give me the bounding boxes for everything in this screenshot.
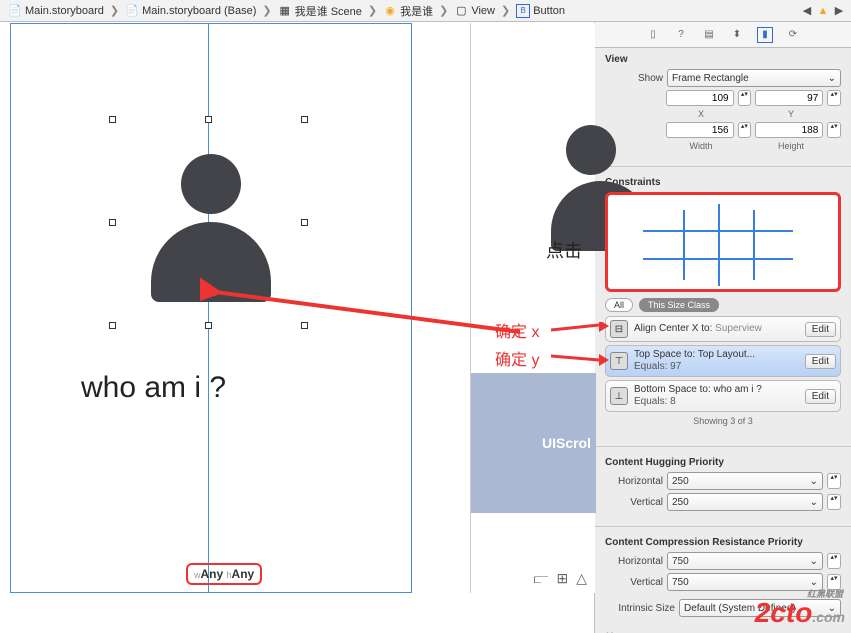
resolve-icon[interactable]: △ bbox=[576, 570, 587, 587]
crumb-1[interactable]: 📄Main.storyboard (Base) bbox=[121, 4, 260, 18]
storyboard-icon: 📄 bbox=[8, 4, 22, 18]
file-inspector-icon[interactable]: ▯ bbox=[645, 27, 661, 43]
bottom-space-icon: ⊥ bbox=[610, 387, 628, 405]
preview-canvas: 点击 UIScrol ⫍ ⊞ △ bbox=[470, 23, 595, 593]
storyboard-canvas[interactable]: who am i ? wAny hAny bbox=[10, 23, 412, 593]
hug-v-stepper[interactable]: ▴▾ bbox=[827, 494, 841, 510]
resize-handle[interactable] bbox=[301, 116, 308, 123]
hugging-header: Content Hugging Priority bbox=[605, 457, 841, 468]
resize-handle[interactable] bbox=[109, 219, 116, 226]
hug-v-select[interactable]: 250⌄ bbox=[667, 493, 823, 511]
resize-handle[interactable] bbox=[109, 116, 116, 123]
storyboard-icon: 📄 bbox=[125, 4, 139, 18]
x-stepper[interactable]: ▴▾ bbox=[738, 90, 752, 106]
resize-handle[interactable] bbox=[301, 322, 308, 329]
height-field[interactable] bbox=[755, 122, 823, 138]
show-label: Show bbox=[605, 73, 663, 84]
edit-button[interactable]: Edit bbox=[805, 354, 836, 369]
viewcontroller-icon: ◉ bbox=[383, 4, 397, 18]
chevron-icon: ❯ bbox=[499, 4, 512, 17]
help-inspector-icon[interactable]: ? bbox=[673, 27, 689, 43]
constraints-tab-this[interactable]: This Size Class bbox=[639, 298, 719, 312]
size-inspector: ▯ ? ▤ ⬍ ▮ ⟳ View Show Frame Rectangle⌄ ▴… bbox=[595, 22, 851, 633]
watermark: 红黑联盟 2cto.com bbox=[755, 597, 845, 629]
crumb-2[interactable]: ▦我是谁 Scene bbox=[274, 3, 366, 19]
scene-icon: ▦ bbox=[278, 4, 292, 18]
compression-header: Content Compression Resistance Priority bbox=[605, 537, 841, 548]
crumb-5[interactable]: BButton bbox=[512, 4, 569, 18]
resize-handle[interactable] bbox=[205, 116, 212, 123]
chevron-icon: ❯ bbox=[108, 4, 121, 17]
crumb-4[interactable]: ▢View bbox=[450, 4, 499, 18]
who-am-i-label[interactable]: who am i ? bbox=[81, 371, 226, 405]
size-inspector-icon[interactable]: ▮ bbox=[757, 27, 773, 43]
forward-button[interactable]: ▶ bbox=[831, 3, 847, 19]
showing-count: Showing 3 of 3 bbox=[605, 416, 841, 426]
cr-v-select[interactable]: 750⌄ bbox=[667, 573, 823, 591]
top-space-icon: ⊤ bbox=[610, 352, 628, 370]
h-stepper[interactable]: ▴▾ bbox=[827, 122, 841, 138]
inspector-tabs[interactable]: ▯ ? ▤ ⬍ ▮ ⟳ bbox=[595, 22, 851, 48]
constraint-item[interactable]: ⊟ Align Center X to: Superview Edit bbox=[605, 316, 841, 342]
canvas-area[interactable]: who am i ? wAny hAny ⊞ 点击 UIScrol ⫍ ⊞ △ 确定… bbox=[0, 22, 595, 633]
size-class-picker[interactable]: wAny hAny bbox=[186, 563, 262, 585]
crumb-3[interactable]: ◉我是谁 bbox=[379, 3, 437, 19]
edit-button[interactable]: Edit bbox=[805, 389, 836, 404]
constraint-item[interactable]: ⊥ Bottom Space to: who am i ?Equals: 8 E… bbox=[605, 380, 841, 412]
warning-icon[interactable]: ▲ bbox=[815, 3, 831, 19]
width-field[interactable] bbox=[666, 122, 734, 138]
constraints-diagram[interactable] bbox=[605, 192, 841, 292]
connections-inspector-icon[interactable]: ⟳ bbox=[785, 27, 801, 43]
cr-h-stepper[interactable]: ▴▾ bbox=[827, 553, 841, 569]
view-section-header: View bbox=[605, 54, 841, 65]
chevron-icon: ❯ bbox=[366, 4, 379, 17]
avatar-head-icon bbox=[181, 154, 241, 214]
annotation-y: 确定 y bbox=[495, 346, 539, 370]
hug-h-stepper[interactable]: ▴▾ bbox=[827, 473, 841, 489]
crumb-0[interactable]: 📄Main.storyboard bbox=[4, 4, 108, 18]
show-select[interactable]: Frame Rectangle⌄ bbox=[667, 69, 841, 87]
avatar-body-icon bbox=[151, 222, 271, 302]
w-stepper[interactable]: ▴▾ bbox=[738, 122, 752, 138]
resize-handle[interactable] bbox=[301, 219, 308, 226]
layout-tools[interactable]: ⫍ ⊞ △ bbox=[534, 570, 587, 587]
pin-icon[interactable]: ⊞ bbox=[556, 570, 568, 587]
identity-inspector-icon[interactable]: ▤ bbox=[701, 27, 717, 43]
view-icon: ▢ bbox=[454, 4, 468, 18]
annotation-x: 确定 x bbox=[495, 318, 539, 342]
preview-label: 点击 bbox=[546, 237, 582, 263]
resize-handle[interactable] bbox=[109, 322, 116, 329]
chevron-icon: ❯ bbox=[437, 4, 450, 17]
attributes-inspector-icon[interactable]: ⬍ bbox=[729, 27, 745, 43]
hug-h-select[interactable]: 250⌄ bbox=[667, 472, 823, 490]
x-field[interactable] bbox=[666, 90, 734, 106]
resize-handle[interactable] bbox=[205, 322, 212, 329]
breadcrumb-bar: 📄Main.storyboard❯ 📄Main.storyboard (Base… bbox=[0, 0, 851, 22]
constraint-item[interactable]: ⊤ Top Space to: Top Layout...Equals: 97 … bbox=[605, 345, 841, 377]
back-button[interactable]: ◀ bbox=[799, 3, 815, 19]
chevron-down-icon: ⌄ bbox=[828, 73, 836, 84]
chevron-icon: ❯ bbox=[260, 4, 273, 17]
align-icon[interactable]: ⫍ bbox=[534, 570, 549, 587]
y-stepper[interactable]: ▴▾ bbox=[827, 90, 841, 106]
y-field[interactable] bbox=[755, 90, 823, 106]
cr-h-select[interactable]: 750⌄ bbox=[667, 552, 823, 570]
align-x-icon: ⊟ bbox=[610, 320, 628, 338]
edit-button[interactable]: Edit bbox=[805, 322, 836, 337]
constraints-tab-all[interactable]: All bbox=[605, 298, 633, 312]
avatar-button[interactable] bbox=[136, 124, 286, 314]
uiscrollview-preview: UIScrol bbox=[471, 373, 596, 513]
button-icon: B bbox=[516, 4, 530, 18]
